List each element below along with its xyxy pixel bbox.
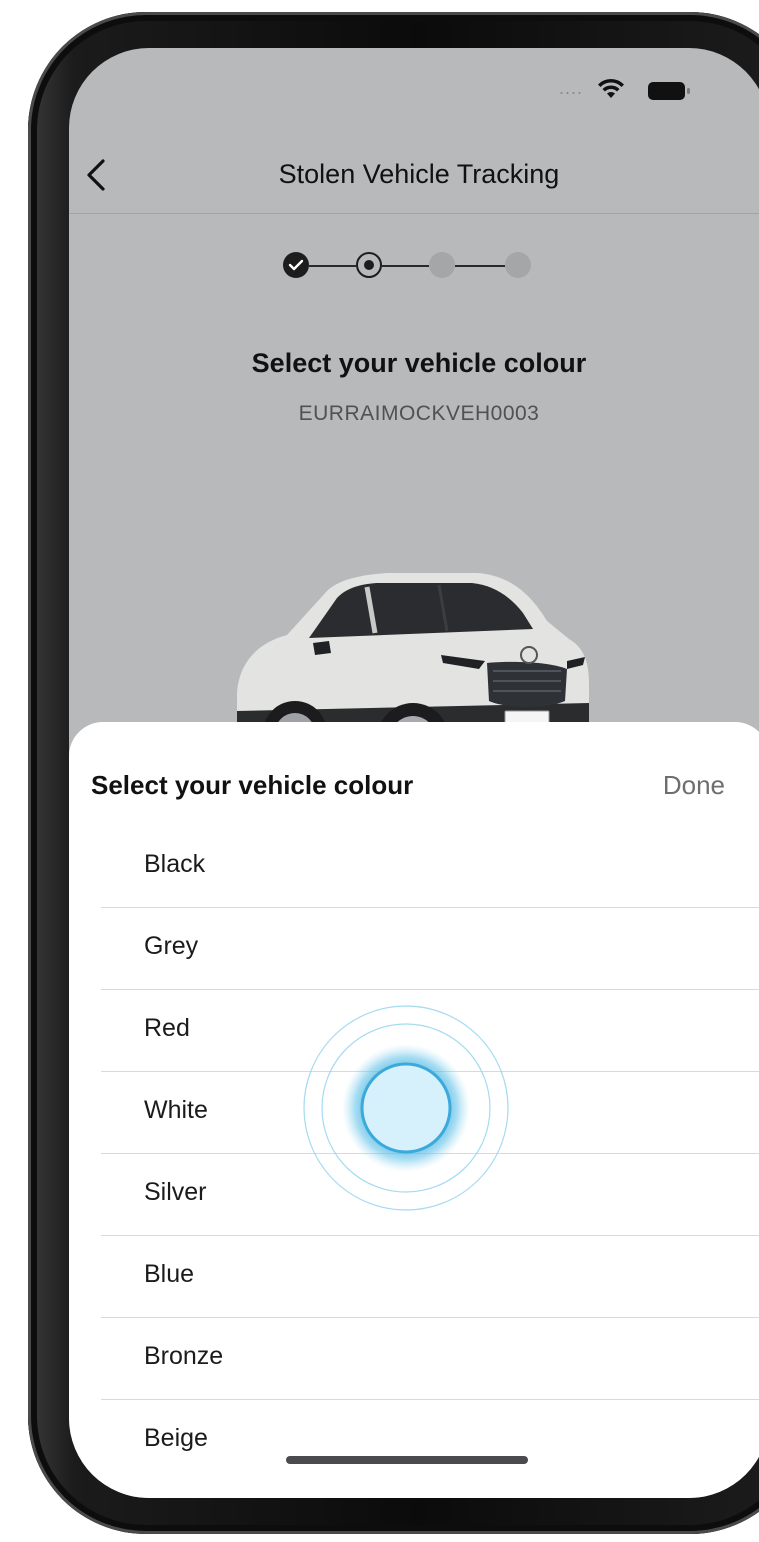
progress-stepper: [283, 252, 533, 280]
step-1-completed: [283, 252, 309, 278]
page: .... Stolen Vehicle Tracking Select your…: [0, 0, 759, 1542]
colour-option-silver[interactable]: Silver: [101, 1154, 759, 1236]
colour-option-white[interactable]: White: [101, 1072, 759, 1154]
colour-picker-sheet: Select your vehicle colour Done Black Gr…: [69, 722, 759, 1498]
checkmark-icon: [288, 259, 304, 271]
colour-option-label: Blue: [144, 1260, 195, 1288]
done-button[interactable]: Done: [663, 770, 725, 801]
colour-option-red[interactable]: Red: [101, 990, 759, 1072]
phone-screen: .... Stolen Vehicle Tracking Select your…: [69, 48, 759, 1498]
colour-option-beige[interactable]: Beige: [101, 1400, 759, 1456]
section-heading: Select your vehicle colour: [251, 348, 587, 378]
colour-option-label: Beige: [144, 1424, 208, 1452]
colour-option-label: Black: [144, 850, 206, 878]
page-title: Stolen Vehicle Tracking: [278, 159, 560, 189]
step-3-pending: [429, 252, 455, 278]
sheet-title: Select your vehicle colour: [91, 770, 414, 800]
colour-option-label: Bronze: [144, 1342, 224, 1370]
colour-list: Black Grey Red White Silver Blue Bronze …: [101, 826, 759, 1456]
battery-icon: [648, 82, 690, 100]
home-indicator[interactable]: [286, 1456, 528, 1464]
colour-option-blue[interactable]: Blue: [101, 1236, 759, 1318]
status-bar: ....: [69, 48, 759, 138]
wifi-icon: [598, 78, 624, 98]
step-4-pending: [505, 252, 531, 278]
colour-option-label: Red: [144, 1014, 190, 1042]
colour-option-label: White: [144, 1096, 208, 1124]
colour-option-label: Grey: [144, 932, 199, 960]
stepper-line: [382, 265, 429, 267]
signal-indicator: ....: [559, 78, 584, 98]
colour-option-label: Silver: [144, 1178, 207, 1206]
colour-option-bronze[interactable]: Bronze: [101, 1318, 759, 1400]
vehicle-vin: EURRAIMOCKVEH0003: [298, 402, 540, 425]
stepper-line: [309, 265, 356, 267]
colour-option-black[interactable]: Black: [101, 826, 759, 908]
stepper-line: [455, 265, 505, 267]
colour-option-grey[interactable]: Grey: [101, 908, 759, 990]
step-2-current: [356, 252, 382, 278]
nav-bar: Stolen Vehicle Tracking: [69, 143, 759, 214]
